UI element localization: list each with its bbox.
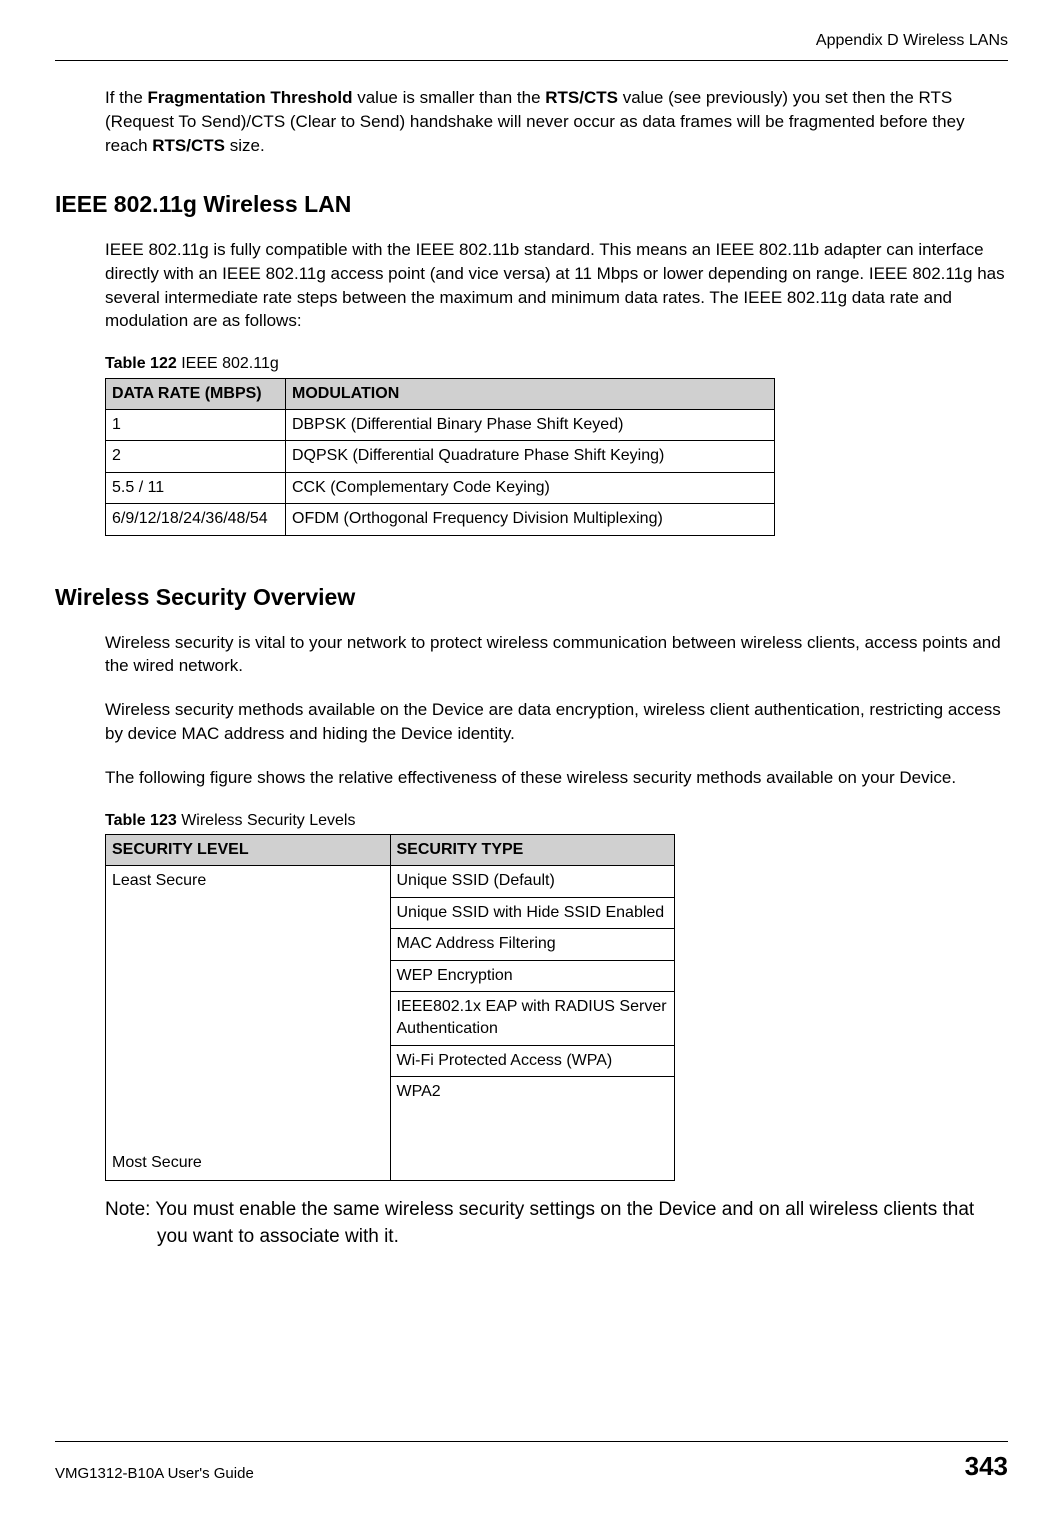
appendix-title: Appendix D Wireless LANs: [816, 32, 1008, 49]
table-cell: Unique SSID (Default): [390, 866, 675, 897]
wso-paragraph-1: Wireless security is vital to your netwo…: [105, 631, 1008, 679]
bold-fragment: RTS/CTS: [152, 136, 225, 155]
wso-paragraph-2: Wireless security methods available on t…: [105, 698, 1008, 746]
footer: VMG1312-B10A User's Guide 343: [55, 1441, 1008, 1484]
footer-rule: [55, 1441, 1008, 1442]
table-header-row: SECURITY LEVEL SECURITY TYPE: [106, 835, 675, 866]
footer-row: VMG1312-B10A User's Guide 343: [55, 1448, 1008, 1484]
heading-wireless-security: Wireless Security Overview: [55, 581, 1008, 613]
heading-ieee80211g: IEEE 802.11g Wireless LAN: [55, 188, 1008, 220]
table-header-cell: SECURITY LEVEL: [106, 835, 391, 866]
table123-caption: Table 123 Wireless Security Levels: [105, 810, 1008, 832]
table-header-row: DATA RATE (MBPS) MODULATION: [106, 378, 775, 409]
table-cell: DBPSK (Differential Binary Phase Shift K…: [286, 409, 775, 440]
ieee80211g-paragraph: IEEE 802.11g is fully compatible with th…: [105, 238, 1008, 333]
table-row: 6/9/12/18/24/36/48/54 OFDM (Orthogonal F…: [106, 504, 775, 535]
fragmentation-paragraph: If the Fragmentation Threshold value is …: [105, 86, 1008, 157]
table-cell: OFDM (Orthogonal Frequency Division Mult…: [286, 504, 775, 535]
header: Appendix D Wireless LANs: [0, 0, 1063, 57]
bold-fragment: Fragmentation Threshold: [148, 88, 353, 107]
footer-guide-name: VMG1312-B10A User's Guide: [55, 1463, 254, 1484]
table-row: 2 DQPSK (Differential Quadrature Phase S…: [106, 441, 775, 472]
table-cell: MAC Address Filtering: [390, 929, 675, 960]
table-cell: WEP Encryption: [390, 960, 675, 991]
page-content: If the Fragmentation Threshold value is …: [0, 61, 1063, 1250]
least-secure-label: Least Secure: [112, 870, 206, 892]
table122-caption: Table 122 IEEE 802.11g: [105, 353, 1008, 375]
table-header-cell: MODULATION: [286, 378, 775, 409]
security-level-cell: Least Secure Most Secure: [106, 866, 391, 1181]
note-paragraph: Note: You must enable the same wireless …: [105, 1197, 1008, 1250]
table-title: Wireless Security Levels: [177, 812, 356, 829]
text-fragment: If the: [105, 88, 148, 107]
table-label: Table 122: [105, 355, 177, 372]
table-row: 5.5 / 11 CCK (Complementary Code Keying): [106, 472, 775, 503]
table-cell: Wi-Fi Protected Access (WPA): [390, 1045, 675, 1076]
table-cell: 2: [106, 441, 286, 472]
text-fragment: value is smaller than the: [353, 88, 546, 107]
text-fragment: size.: [225, 136, 265, 155]
table-cell: Unique SSID with Hide SSID Enabled: [390, 897, 675, 928]
table-row: 1 DBPSK (Differential Binary Phase Shift…: [106, 409, 775, 440]
table-header-cell: DATA RATE (MBPS): [106, 378, 286, 409]
table-cell: IEEE802.1x EAP with RADIUS Server Authen…: [390, 992, 675, 1046]
table-row: Least Secure Most Secure Unique SSID (De…: [106, 866, 675, 897]
bold-fragment: RTS/CTS: [545, 88, 618, 107]
wso-paragraph-3: The following figure shows the relative …: [105, 766, 1008, 790]
table-cell: 6/9/12/18/24/36/48/54: [106, 504, 286, 535]
table-cell: CCK (Complementary Code Keying): [286, 472, 775, 503]
footer-page-number: 343: [965, 1448, 1008, 1484]
table-title: IEEE 802.11g: [177, 355, 279, 372]
most-secure-label: Most Secure: [112, 1152, 202, 1174]
table-label: Table 123: [105, 812, 177, 829]
table-cell: 5.5 / 11: [106, 472, 286, 503]
table-cell: DQPSK (Differential Quadrature Phase Shi…: [286, 441, 775, 472]
table122: DATA RATE (MBPS) MODULATION 1 DBPSK (Dif…: [105, 378, 775, 536]
table-header-cell: SECURITY TYPE: [390, 835, 675, 866]
table-cell: 1: [106, 409, 286, 440]
table123: SECURITY LEVEL SECURITY TYPE Least Secur…: [105, 834, 675, 1181]
table-cell: WPA2: [390, 1077, 675, 1181]
